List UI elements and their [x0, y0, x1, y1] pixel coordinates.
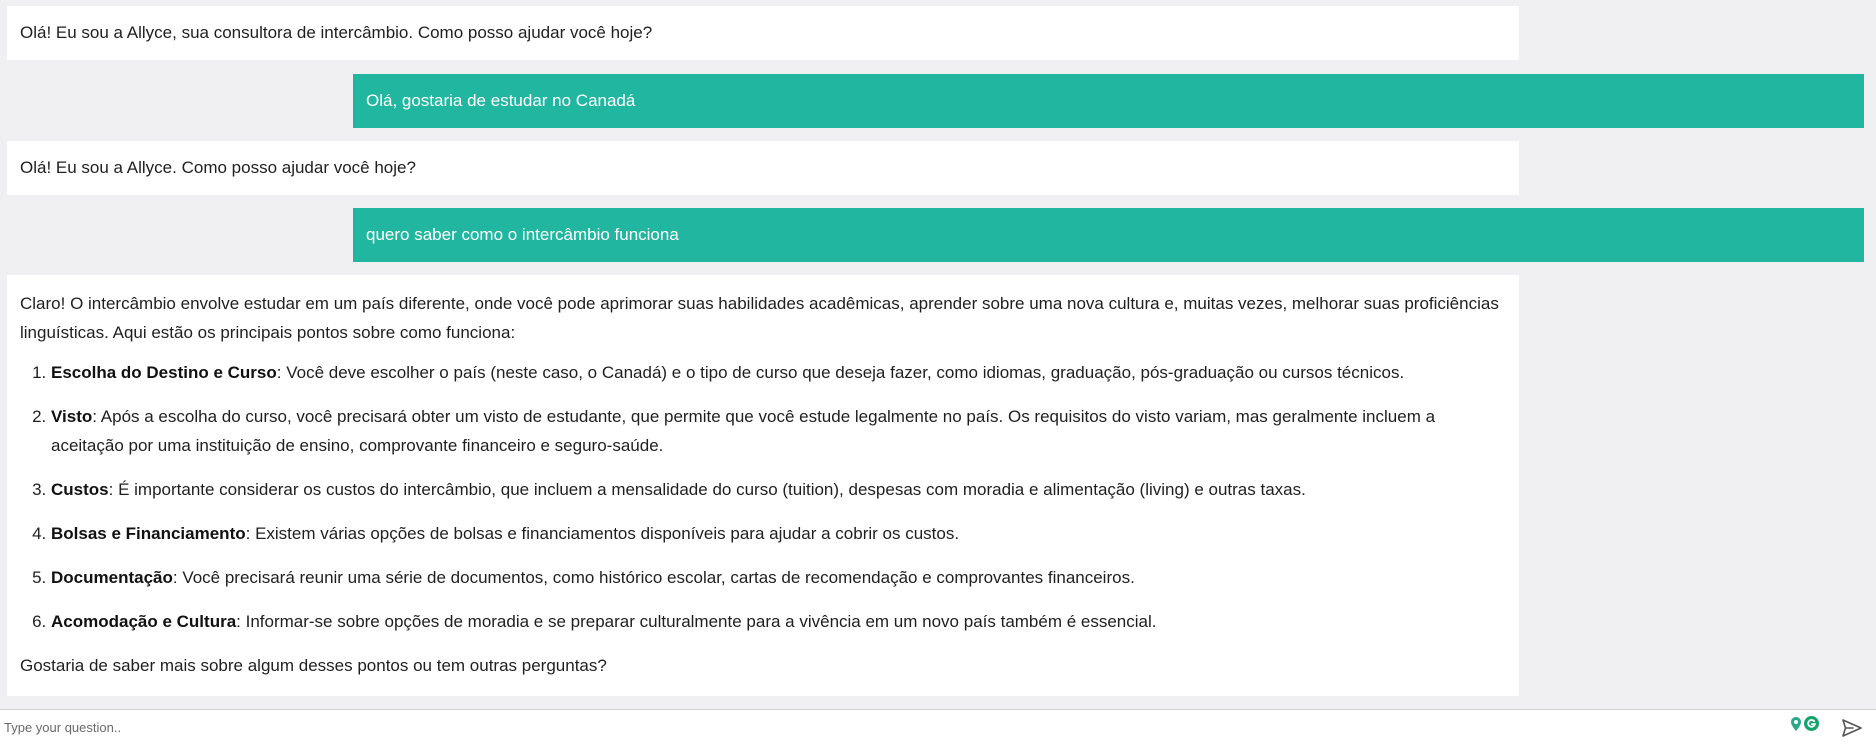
bot-message: Olá! Eu sou a Allyce. Como posso ajudar …: [7, 141, 1519, 195]
list-item: Escolha do Destino e Curso: Você deve es…: [51, 358, 1506, 387]
list-item-title: Visto: [51, 407, 93, 426]
list-item-title: Escolha do Destino e Curso: [51, 363, 277, 382]
list-item: Bolsas e Financiamento: Existem várias o…: [51, 519, 1506, 548]
grammarly-icon[interactable]: [1804, 716, 1819, 736]
send-icon: [1842, 719, 1862, 737]
list-item-title: Documentação: [51, 568, 173, 587]
list-item-title: Custos: [51, 480, 109, 499]
message-intro: Claro! O intercâmbio envolve estudar em …: [20, 294, 1499, 342]
bot-message: Claro! O intercâmbio envolve estudar em …: [7, 275, 1519, 696]
list-item-text: : Informar-se sobre opções de moradia e …: [236, 612, 1157, 631]
message-closing: Gostaria de saber mais sobre algum desse…: [20, 656, 607, 675]
user-message: quero saber como o intercâmbio funciona: [353, 208, 1864, 262]
send-button[interactable]: [1842, 719, 1862, 737]
list-item-text: : Você precisará reunir uma série de doc…: [172, 568, 1135, 587]
list-item: Acomodação e Cultura: Informar-se sobre …: [51, 607, 1506, 636]
location-pin-icon[interactable]: [1791, 716, 1801, 736]
chat-transcript: Olá! Eu sou a Allyce, sua consultora de …: [0, 0, 1876, 709]
extension-icons: [1791, 716, 1819, 736]
question-input-bar: [0, 709, 1876, 745]
list-item: Custos: É importante considerar os custo…: [51, 475, 1506, 504]
user-message: Olá, gostaria de estudar no Canadá: [353, 74, 1864, 128]
list-item-text: : Você deve escolher o país (neste caso,…: [276, 363, 1405, 382]
list-item-text: : É importante considerar os custos do i…: [108, 480, 1306, 499]
list-item: Documentação: Você precisará reunir uma …: [51, 563, 1506, 592]
bot-message: Olá! Eu sou a Allyce, sua consultora de …: [7, 6, 1519, 60]
list-item-text: : Após a escolha do curso, você precisar…: [51, 407, 1436, 455]
list-item-title: Bolsas e Financiamento: [51, 524, 246, 543]
question-input[interactable]: [4, 716, 1774, 738]
list-item-title: Acomodação e Cultura: [51, 612, 237, 631]
steps-list: Escolha do Destino e Curso: Você deve es…: [20, 358, 1506, 636]
list-item-text: : Existem várias opções de bolsas e fina…: [245, 524, 960, 543]
list-item: Visto: Após a escolha do curso, você pre…: [51, 402, 1506, 460]
